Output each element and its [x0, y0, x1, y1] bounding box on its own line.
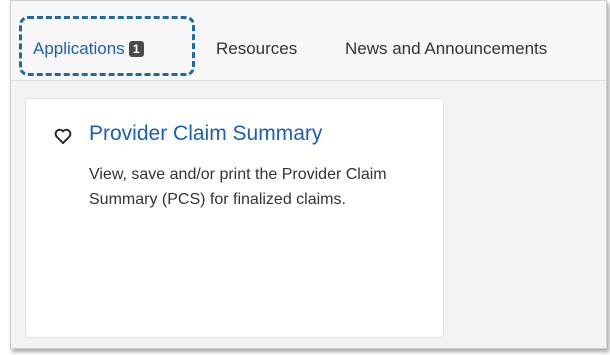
application-card: Provider Claim Summary View, save and/or…	[25, 98, 444, 338]
card-description: View, save and/or print the Provider Cla…	[89, 166, 387, 208]
card-title-link[interactable]: Provider Claim Summary	[89, 122, 322, 146]
heart-outline-icon[interactable]	[53, 126, 73, 146]
tab-news-and-announcements[interactable]: News and Announcements	[345, 39, 547, 59]
tab-bar: Applications 1 Resources News and Announc…	[11, 1, 606, 81]
tab-resources[interactable]: Resources	[216, 39, 297, 59]
applications-count-badge: 1	[128, 41, 144, 57]
tab-resources-label: Resources	[216, 39, 298, 58]
tab-applications-label: Applications	[33, 39, 125, 58]
app-frame: Applications 1 Resources News and Announc…	[10, 0, 607, 349]
tab-news-label: News and Announcements	[345, 39, 548, 58]
tab-applications[interactable]: Applications 1	[33, 39, 144, 59]
